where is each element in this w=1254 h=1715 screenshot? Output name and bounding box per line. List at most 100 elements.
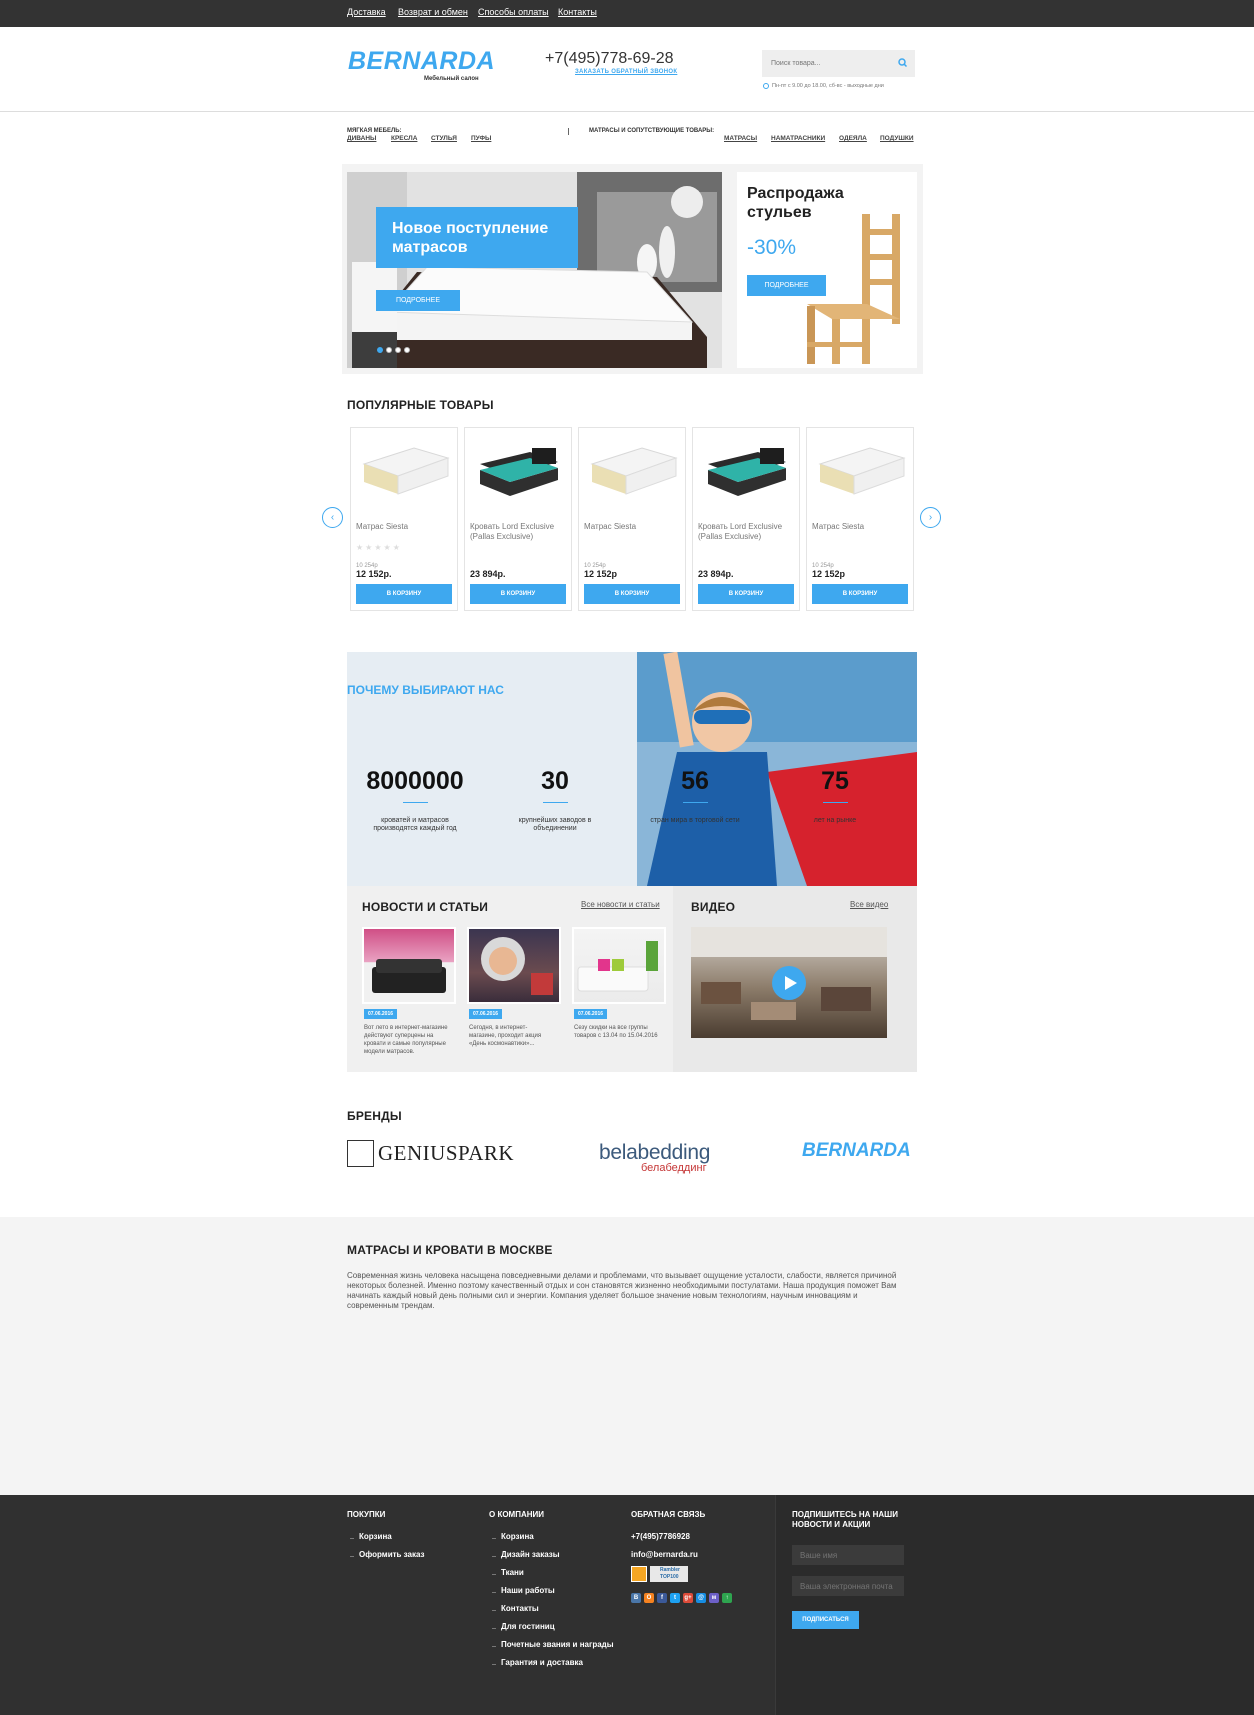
footer-link[interactable]: Оформить заказ [359, 1550, 425, 1559]
social-icon[interactable]: м [709, 1593, 719, 1603]
counter-icon[interactable] [631, 1566, 647, 1582]
product-name[interactable]: Матрас Siesta [584, 522, 680, 532]
promo-more-button[interactable]: ПОДРОБНЕЕ [747, 275, 826, 296]
category-sofas[interactable]: ДИВАНЫ [347, 135, 376, 142]
subscribe-button[interactable]: ПОДПИСАТЬСЯ [792, 1611, 859, 1629]
list-bullet [492, 1646, 496, 1647]
footer-link[interactable]: Корзина [501, 1532, 534, 1541]
product-card[interactable]: Матрас Siesta ★★★★★ 10 254р 12 152р. В КОРЗИ… [350, 427, 458, 611]
social-icon[interactable]: @ [696, 1593, 706, 1603]
slide-more-button[interactable]: ПОДРОБНЕЕ [376, 290, 460, 311]
footer-link[interactable]: Почетные звания и награды [501, 1640, 614, 1649]
category-blankets[interactable]: ОДЕЯЛА [839, 135, 867, 142]
category-chairs[interactable]: СТУЛЬЯ [431, 135, 457, 142]
news-image[interactable] [467, 927, 561, 1004]
footer-link[interactable]: Гарантия и доставка [501, 1658, 583, 1667]
brand-bernarda[interactable]: BERNARDA [802, 1140, 911, 1162]
all-videos-link[interactable]: Все видео [850, 900, 888, 909]
add-to-cart-button[interactable]: В КОРЗИНУ [584, 584, 680, 604]
product-card[interactable]: Матрас Siesta 10 254р 12 152р В КОРЗИНУ [578, 427, 686, 611]
category-armchairs[interactable]: КРЕСЛА [391, 135, 417, 142]
menu-divider [568, 128, 569, 135]
category-toppers[interactable]: НАМАТРАСНИКИ [771, 135, 825, 142]
product-name[interactable]: Матрас Siesta [356, 522, 452, 532]
promo-title: Распродажа стульев [747, 185, 844, 221]
product-price: 12 152р. [356, 569, 392, 579]
slider-dot[interactable] [377, 347, 383, 353]
topnav-contacts[interactable]: Контакты [558, 7, 597, 17]
topnav-payment[interactable]: Способы оплаты [478, 7, 549, 17]
header: BERNARDA Мебельный салон +7(495)778-69-2… [0, 27, 1254, 112]
stat-divider [683, 802, 708, 803]
stat-label: стран мира в торговой сети [650, 817, 740, 824]
name-field[interactable] [792, 1545, 904, 1565]
slider-dot[interactable] [404, 347, 410, 353]
logo[interactable]: BERNARDA [348, 47, 495, 76]
news-date: 07.06.2016 [469, 1009, 503, 1019]
slide-title: Новое поступление матрасов [392, 220, 549, 256]
next-arrow-icon[interactable]: › [920, 507, 941, 528]
seo-title: МАТРАСЫ И КРОВАТИ В МОСКВЕ [347, 1243, 553, 1257]
product-price: 23 894р. [698, 569, 734, 579]
promo-discount: -30% [747, 236, 797, 259]
footer-link[interactable]: Для гостиниц [501, 1622, 555, 1631]
add-to-cart-button[interactable]: В КОРЗИНУ [698, 584, 794, 604]
news-image[interactable] [572, 927, 666, 1004]
prev-arrow-icon[interactable]: ‹ [322, 507, 343, 528]
add-to-cart-button[interactable]: В КОРЗИНУ [356, 584, 452, 604]
product-card[interactable]: Кровать Lord Exclusive (Pallas Exclusive… [464, 427, 572, 611]
mattress-goods-title: МАТРАСЫ И СОПУТСТВУЮЩИЕ ТОВАРЫ: [589, 128, 715, 134]
social-icon[interactable]: f [657, 1593, 667, 1603]
video-thumbnail[interactable] [691, 927, 887, 1038]
video-title: ВИДЕО [691, 900, 736, 914]
category-poufs[interactable]: ПУФЫ [471, 135, 491, 142]
topnav-returns[interactable]: Возврат и обмен [398, 7, 468, 17]
all-news-link[interactable]: Все новости и статьи [581, 900, 660, 909]
stat-divider [543, 802, 568, 803]
news-excerpt: Сегодня, в интернет-магазине, проходит а… [469, 1025, 542, 1047]
footer-link[interactable]: Корзина [359, 1532, 392, 1541]
social-icon[interactable]: t [670, 1593, 680, 1603]
add-to-cart-button[interactable]: В КОРЗИНУ [470, 584, 566, 604]
add-to-cart-button[interactable]: В КОРЗИНУ [812, 584, 908, 604]
social-icon[interactable]: ↑ [722, 1593, 732, 1603]
footer-link[interactable]: Наши работы [501, 1586, 555, 1595]
brand-geniuspark[interactable]: GENIUSPARK [378, 1141, 514, 1166]
footer-link[interactable]: Дизайн заказы [501, 1550, 560, 1559]
social-icon[interactable]: g+ [683, 1593, 693, 1603]
brands-title: БРЕНДЫ [347, 1109, 402, 1123]
slider-dot[interactable] [386, 347, 392, 353]
email-field[interactable] [792, 1576, 904, 1596]
social-icon[interactable]: В [631, 1593, 641, 1603]
product-name[interactable]: Кровать Lord Exclusive (Pallas Exclusive… [698, 522, 794, 542]
play-icon[interactable] [771, 965, 807, 1001]
product-card[interactable]: Кровать Lord Exclusive (Pallas Exclusive… [692, 427, 800, 611]
footer-link[interactable]: Ткани [501, 1568, 524, 1577]
rating-stars-icon: ★★★★★ [356, 543, 402, 552]
mattress-photo [347, 172, 722, 368]
rambler-counter[interactable]: Rambler TOP100 [650, 1566, 688, 1582]
product-price: 12 152р [812, 569, 846, 579]
slider-dots [377, 340, 413, 358]
search-icon[interactable] [896, 56, 910, 70]
product-card[interactable]: Матрас Siesta 10 254р 12 152р В КОРЗИНУ [806, 427, 914, 611]
product-price: 12 152р [584, 569, 618, 579]
footer-purchases-title: ПОКУПКИ [347, 1510, 386, 1519]
why-us-title: ПОЧЕМУ ВЫБИРАЮТ НАС [347, 683, 504, 697]
category-mattresses[interactable]: МАТРАСЫ [724, 135, 757, 142]
social-icon[interactable]: О [644, 1593, 654, 1603]
topnav-delivery[interactable]: Доставка [347, 7, 386, 17]
product-name[interactable]: Кровать Lord Exclusive (Pallas Exclusive… [470, 522, 566, 542]
stat-label: лет на рынке [813, 817, 857, 824]
footer-link[interactable]: Контакты [501, 1604, 539, 1613]
category-pillows[interactable]: ПОДУШКИ [880, 135, 914, 142]
news-image[interactable] [362, 927, 456, 1004]
product-name[interactable]: Матрас Siesta [812, 522, 908, 532]
search-input[interactable] [762, 50, 915, 77]
main-slider[interactable] [347, 172, 722, 368]
sofa-photo [372, 959, 446, 993]
footer-email[interactable]: info@bernarda.ru [631, 1550, 698, 1559]
top-bar: Доставка Возврат и обмен Способы оплаты … [0, 0, 1254, 27]
callback-link[interactable]: ЗАКАЗАТЬ ОБРАТНЫЙ ЗВОНОК [575, 69, 677, 75]
slider-dot[interactable] [395, 347, 401, 353]
